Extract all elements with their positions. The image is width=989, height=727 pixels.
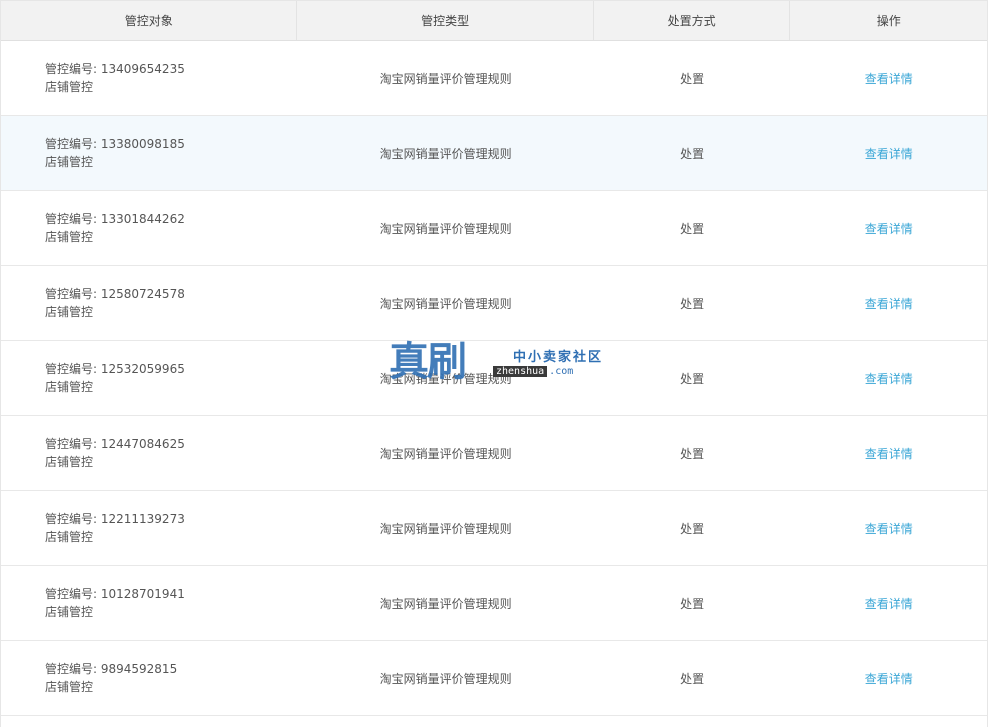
view-details-link[interactable]: 查看详情 [865, 220, 913, 237]
control-method: 处置 [680, 596, 705, 611]
control-method: 处置 [680, 671, 705, 686]
action-cell: 查看详情 [790, 41, 987, 115]
control-scope: 店铺管控 [45, 80, 94, 94]
control-object-cell: 管控编号: 10128701941 店铺管控 [1, 566, 297, 640]
control-method: 处置 [680, 221, 705, 236]
control-method: 处置 [680, 446, 705, 461]
table-row: 管控编号: 10128701941 店铺管控 淘宝网销量评价管理规则 处置 查看… [1, 566, 987, 641]
control-type: 淘宝网销量评价管理规则 [379, 596, 512, 611]
control-scope: 店铺管控 [45, 605, 94, 619]
control-id: 管控编号: 12580724578 [45, 287, 185, 301]
control-type: 淘宝网销量评价管理规则 [379, 146, 512, 161]
control-object-cell: 管控编号: 12211139273 店铺管控 [1, 491, 297, 565]
table-row: 管控编号: 12211139273 店铺管控 淘宝网销量评价管理规则 处置 查看… [1, 491, 987, 566]
control-object-cell: 管控编号: 9894592815 店铺管控 [1, 641, 297, 715]
action-cell: 查看详情 [790, 416, 987, 490]
view-details-link[interactable]: 查看详情 [865, 295, 913, 312]
control-object-cell: 管控编号: 13380098185 店铺管控 [1, 116, 297, 190]
table-row: 管控编号: 13301844262 店铺管控 淘宝网销量评价管理规则 处置 查看… [1, 191, 987, 266]
header-type: 管控类型 [297, 1, 594, 40]
table-row: 管控编号: 12447084625 店铺管控 淘宝网销量评价管理规则 处置 查看… [1, 416, 987, 491]
control-type: 淘宝网销量评价管理规则 [379, 371, 512, 386]
control-scope: 店铺管控 [45, 680, 94, 694]
action-cell: 查看详情 [790, 191, 987, 265]
control-scope: 店铺管控 [45, 455, 94, 469]
view-details-link[interactable]: 查看详情 [865, 145, 913, 162]
control-scope: 店铺管控 [45, 155, 94, 169]
header-method: 处置方式 [594, 1, 791, 40]
header-object: 管控对象 [1, 1, 298, 40]
control-scope: 店铺管控 [45, 305, 94, 319]
table-row: 管控编号: 13380098185 店铺管控 淘宝网销量评价管理规则 处置 查看… [1, 116, 987, 191]
control-object-cell: 管控编号: 12447084625 店铺管控 [1, 416, 297, 490]
control-type: 淘宝网销量评价管理规则 [379, 446, 512, 461]
control-id: 管控编号: 13301844262 [45, 212, 185, 226]
control-object-cell: 管控编号: 12580724578 店铺管控 [1, 266, 297, 340]
control-type: 淘宝网销量评价管理规则 [379, 521, 512, 536]
view-details-link[interactable]: 查看详情 [865, 670, 913, 687]
control-id: 管控编号: 12532059965 [45, 362, 185, 376]
control-records-table: 管控对象 管控类型 处置方式 操作 管控编号: 13409654235 店铺管控… [0, 0, 988, 727]
control-method: 处置 [680, 296, 705, 311]
control-method: 处置 [680, 371, 705, 386]
control-type: 淘宝网销量评价管理规则 [379, 296, 512, 311]
control-type: 淘宝网销量评价管理规则 [379, 671, 512, 686]
view-details-link[interactable]: 查看详情 [865, 70, 913, 87]
control-object-cell: 管控编号: 13409654235 店铺管控 [1, 41, 297, 115]
action-cell: 查看详情 [790, 491, 987, 565]
action-cell: 查看详情 [790, 341, 987, 415]
action-cell: 查看详情 [790, 266, 987, 340]
header-action: 操作 [876, 14, 901, 28]
table-row: 管控编号: 13409654235 店铺管控 淘宝网销量评价管理规则 处置 查看… [1, 41, 987, 116]
action-cell: 查看详情 [790, 641, 987, 715]
control-scope: 店铺管控 [45, 380, 94, 394]
control-id: 管控编号: 13409654235 [45, 62, 185, 76]
view-details-link[interactable]: 查看详情 [865, 595, 913, 612]
control-id: 管控编号: 10128701941 [45, 587, 185, 601]
view-details-link[interactable]: 查看详情 [865, 445, 913, 462]
control-method: 处置 [680, 146, 705, 161]
control-type: 淘宝网销量评价管理规则 [379, 221, 512, 236]
control-id: 管控编号: 12447084625 [45, 437, 185, 451]
control-method: 处置 [680, 71, 705, 86]
control-object-cell: 管控编号: 12532059965 店铺管控 [1, 341, 297, 415]
action-cell: 查看详情 [790, 116, 987, 190]
control-type: 淘宝网销量评价管理规则 [379, 71, 512, 86]
view-details-link[interactable]: 查看详情 [865, 370, 913, 387]
control-scope: 店铺管控 [45, 530, 94, 544]
table-row: 管控编号: 9894592815 店铺管控 淘宝网销量评价管理规则 处置 查看详… [1, 641, 987, 716]
action-cell: 查看详情 [790, 566, 987, 640]
control-id: 管控编号: 12211139273 [45, 512, 185, 526]
control-id: 管控编号: 9894592815 [45, 662, 178, 676]
control-method: 处置 [680, 521, 705, 536]
control-id: 管控编号: 13380098185 [45, 137, 185, 151]
table-row: 管控编号: 12532059965 店铺管控 淘宝网销量评价管理规则 处置 查看… [1, 341, 987, 416]
control-object-cell: 管控编号: 13301844262 店铺管控 [1, 191, 297, 265]
table-header: 管控对象 管控类型 处置方式 操作 [1, 0, 987, 41]
control-scope: 店铺管控 [45, 230, 94, 244]
table-row: 管控编号: 12580724578 店铺管控 淘宝网销量评价管理规则 处置 查看… [1, 266, 987, 341]
view-details-link[interactable]: 查看详情 [865, 520, 913, 537]
